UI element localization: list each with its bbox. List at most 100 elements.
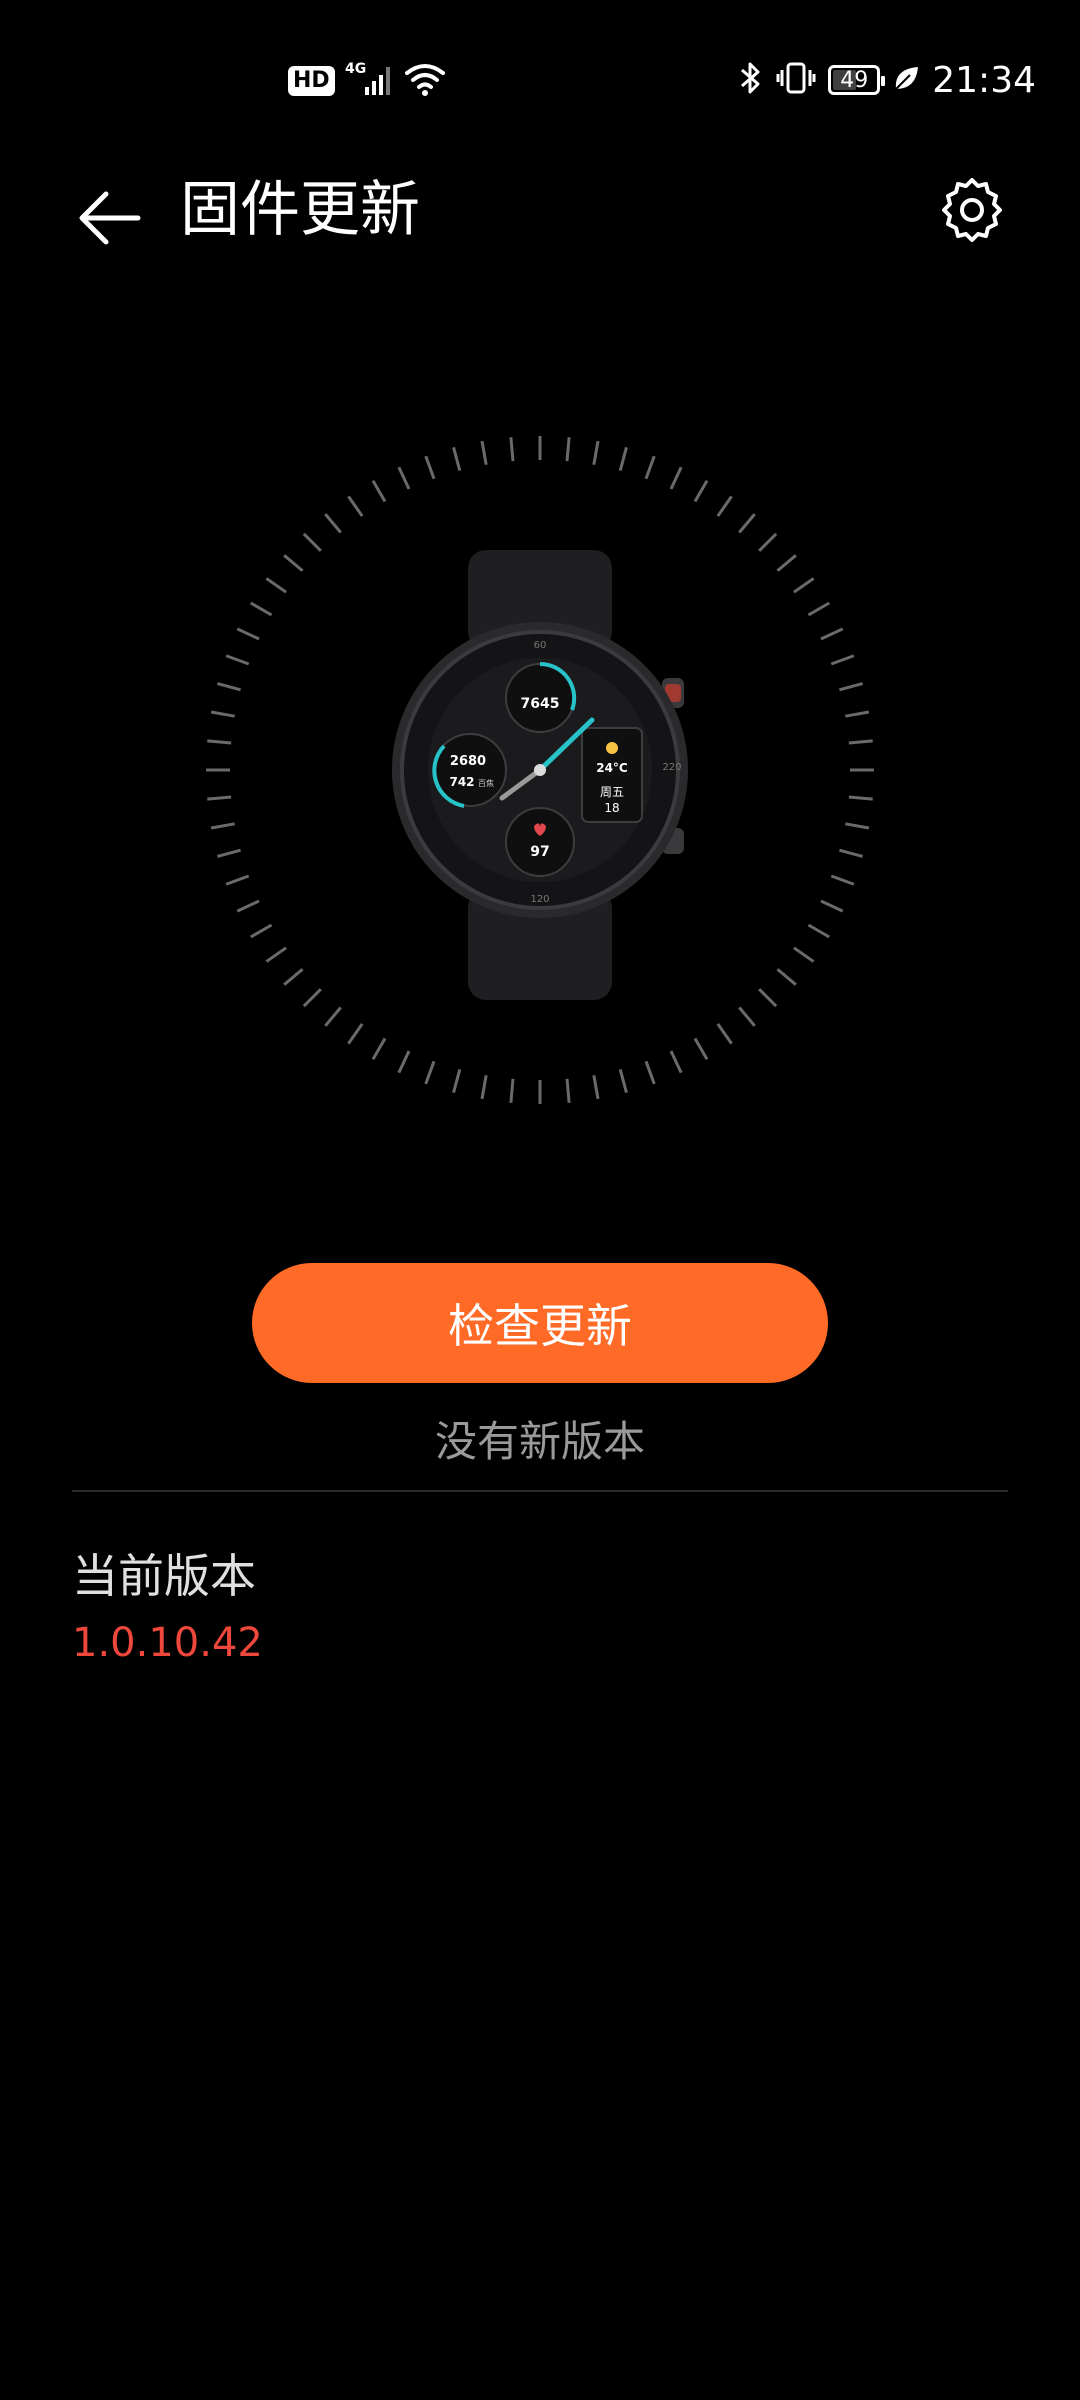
ring-tick	[592, 440, 600, 465]
signal-icon: 4G	[345, 59, 393, 103]
ring-tick	[265, 577, 287, 594]
ring-tick	[249, 923, 273, 939]
watch-illustration: 60 120 220 7645 97 2680 742 百焦 24°C 周五 1…	[200, 430, 880, 1110]
page-title: 固件更新	[180, 175, 420, 245]
ring-tick	[839, 682, 864, 692]
ring-tick	[210, 822, 235, 830]
status-bar: HD 4G 49 21:34	[0, 0, 1080, 160]
ring-tick	[820, 627, 844, 641]
ring-tick	[249, 601, 273, 617]
ring-tick	[265, 946, 287, 963]
ring-tick	[424, 1060, 436, 1085]
ring-tick	[347, 1023, 364, 1045]
bezel-220: 220	[662, 762, 681, 773]
ring-tick	[207, 795, 232, 801]
ring-tick	[716, 1023, 733, 1045]
steps-value: 7645	[521, 696, 560, 712]
ring-tick	[509, 437, 515, 462]
ring-tick	[565, 1078, 571, 1103]
ring-tick	[830, 874, 855, 886]
vibrate-icon	[776, 60, 816, 100]
status-left: HD 4G	[288, 58, 447, 104]
ring-tick	[807, 923, 831, 939]
ring-tick	[397, 1050, 411, 1074]
ring-tick	[807, 601, 831, 617]
ring-tick	[738, 1006, 756, 1027]
leaf-icon	[892, 63, 920, 97]
ring-tick	[618, 1069, 628, 1094]
ring-tick	[283, 968, 304, 986]
ring-tick	[216, 848, 241, 858]
ring-tick	[216, 682, 241, 692]
heart-value: 97	[530, 844, 549, 860]
hand-pivot	[534, 764, 546, 776]
calories-value: 2680	[450, 754, 486, 769]
ring-tick	[845, 822, 870, 830]
ring-tick	[371, 1037, 387, 1061]
back-arrow-icon	[79, 191, 141, 245]
ring-tick	[758, 532, 778, 552]
ring-tick	[371, 479, 387, 503]
ring-tick	[480, 1075, 488, 1100]
ring-tick	[738, 513, 756, 534]
update-status-text: 没有新版本	[434, 1417, 645, 1466]
hd-icon: HD	[288, 66, 335, 96]
ring-tick	[207, 739, 232, 745]
temperature: 24°C	[596, 761, 628, 775]
ring-tick	[693, 479, 709, 503]
ring-tick	[776, 554, 797, 572]
heart-subdial	[505, 807, 575, 877]
ring-tick	[236, 627, 260, 641]
distance-value: 742	[449, 775, 474, 789]
ring-tick	[324, 1006, 342, 1027]
watch-svg: 60 120 220 7645 97 2680 742 百焦 24°C 周五 1…	[206, 436, 874, 1104]
ring-tick	[669, 466, 683, 490]
bezel-60: 60	[534, 640, 547, 651]
gear-icon	[942, 178, 1002, 242]
ring-tick	[716, 495, 733, 517]
ring-tick	[347, 495, 364, 517]
status-right: 49 21:34	[738, 55, 1036, 105]
ring-tick	[210, 710, 235, 718]
clock: 21:34	[932, 59, 1036, 101]
ring-tick	[424, 455, 436, 480]
back-button[interactable]	[60, 168, 160, 268]
ring-tick	[793, 577, 815, 594]
check-update-button[interactable]: 检查更新	[252, 1263, 828, 1383]
ring-tick	[283, 554, 304, 572]
network-type: 4G	[345, 61, 366, 77]
current-version-label: 当前版本	[72, 1549, 256, 1603]
ring-tick	[236, 899, 260, 913]
ring-tick	[452, 1069, 462, 1094]
ring-tick	[324, 513, 342, 534]
ring-tick	[225, 654, 250, 666]
ring-tick	[848, 795, 873, 801]
settings-button[interactable]	[930, 168, 1014, 252]
day: 18	[604, 801, 619, 815]
ring-tick	[845, 710, 870, 718]
ring-tick	[225, 874, 250, 886]
ring-tick	[776, 968, 797, 986]
bluetooth-icon	[738, 60, 764, 100]
ring-tick	[830, 654, 855, 666]
battery-icon: 49	[828, 65, 886, 95]
divider	[72, 1490, 1008, 1492]
ring-tick	[793, 946, 815, 963]
ring-tick	[820, 899, 844, 913]
ring-tick	[397, 466, 411, 490]
ring-tick	[644, 1060, 656, 1085]
ring-tick	[644, 455, 656, 480]
ring-tick	[839, 848, 864, 858]
ring-tick	[302, 532, 322, 552]
sun-icon	[606, 742, 618, 754]
battery-level: 49	[840, 67, 869, 93]
ring-tick	[452, 446, 462, 471]
ring-tick	[693, 1037, 709, 1061]
ring-tick	[509, 1078, 515, 1103]
current-version-value: 1.0.10.42	[72, 1620, 263, 1666]
distance-unit: 百焦	[478, 778, 494, 788]
ring-tick	[848, 739, 873, 745]
weekday: 周五	[600, 785, 624, 799]
ring-tick	[565, 437, 571, 462]
ring-tick	[592, 1075, 600, 1100]
